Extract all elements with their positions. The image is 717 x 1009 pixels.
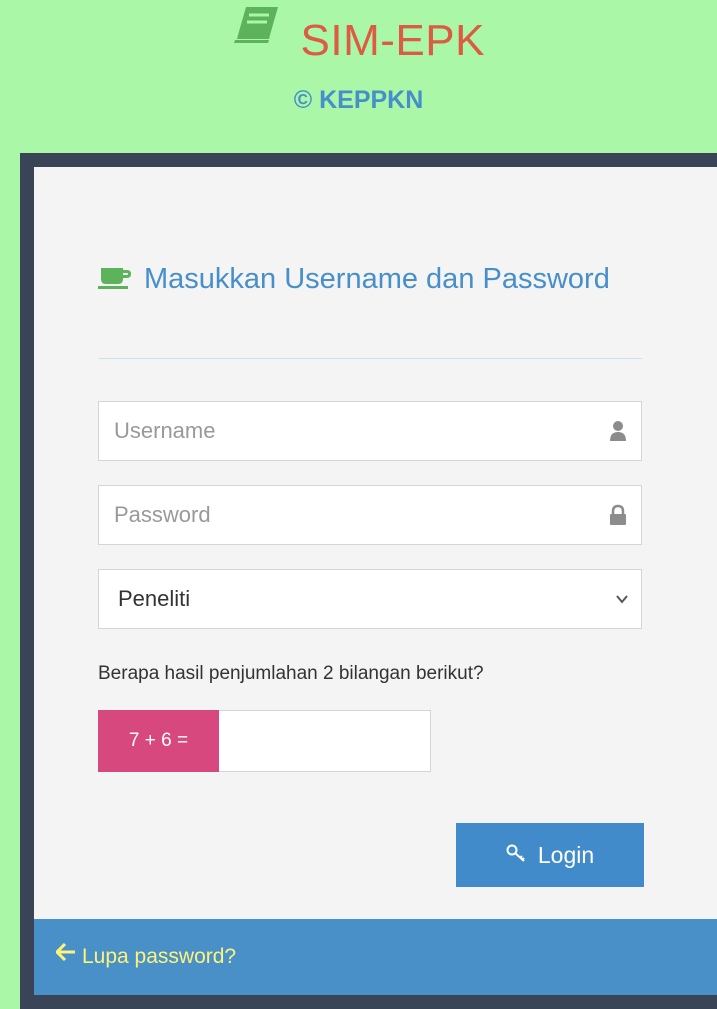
username-input[interactable] <box>99 402 641 460</box>
copyright-text: © KEPPKN <box>293 86 424 114</box>
login-heading-text: Masukkan Username dan Password <box>144 263 610 295</box>
heading-divider <box>98 358 642 359</box>
password-field-wrapper <box>98 485 642 545</box>
coffee-icon <box>98 253 134 309</box>
user-icon <box>609 420 627 442</box>
forgot-password-label: Lupa password? <box>82 945 237 968</box>
role-select-value: Peneliti <box>118 586 191 611</box>
password-input[interactable] <box>99 486 641 544</box>
login-button[interactable]: Login <box>456 823 644 887</box>
brand: SIM-EPK <box>0 7 717 68</box>
arrow-left-icon <box>54 917 76 993</box>
app-title: SIM-EPK <box>300 16 485 65</box>
captcha-group: 7 + 6 = <box>98 710 431 772</box>
login-heading: Masukkan Username dan Password <box>98 251 658 307</box>
captcha-question: Berapa hasil penjumlahan 2 bilangan beri… <box>98 663 484 684</box>
role-select[interactable]: Peneliti <box>98 569 642 629</box>
lock-icon <box>609 504 627 526</box>
chevron-down-icon <box>615 592 629 611</box>
forgot-password-link[interactable]: Lupa password? <box>54 917 237 995</box>
login-toolbar: Lupa password? <box>34 919 717 995</box>
login-button-label: Login <box>537 842 595 868</box>
login-box: Masukkan Username dan Password Pen <box>20 153 717 1009</box>
captcha-answer-input[interactable] <box>219 710 431 772</box>
login-widget-body: Masukkan Username dan Password Pen <box>34 167 717 919</box>
book-icon <box>232 4 282 70</box>
page-header: SIM-EPK © KEPPKN <box>0 0 717 150</box>
captcha-expression: 7 + 6 = <box>98 710 219 772</box>
username-field-wrapper <box>98 401 642 461</box>
key-icon <box>506 823 528 887</box>
